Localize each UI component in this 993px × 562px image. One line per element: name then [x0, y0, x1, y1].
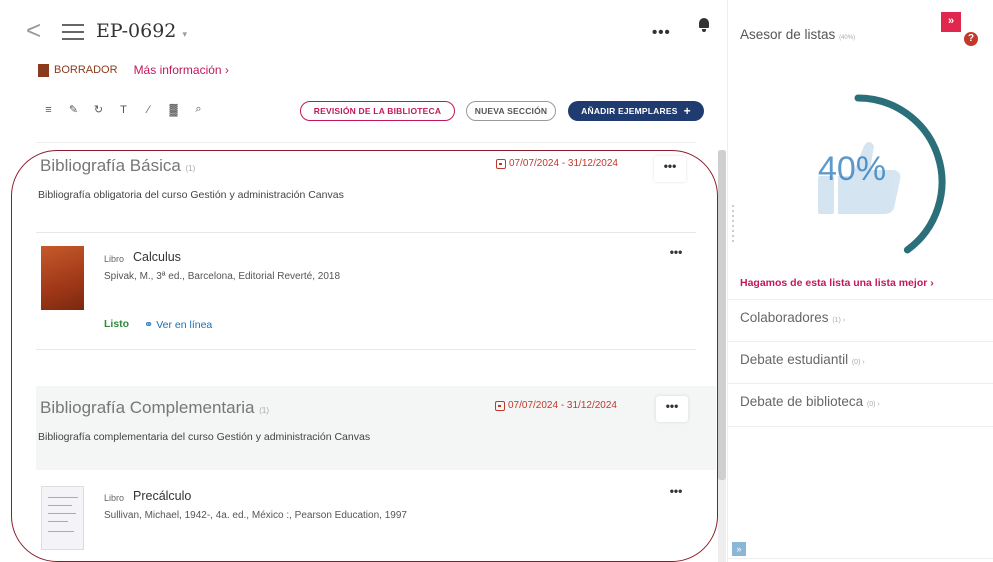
document-icon [38, 63, 49, 77]
book-cover[interactable] [41, 246, 84, 310]
item-citation: Spivak, M., 3ª ed., Barcelona, Editorial… [104, 271, 341, 282]
divider [36, 142, 696, 143]
add-items-label: AÑADIR EJEMPLARES [581, 106, 678, 116]
help-icon[interactable]: ? [964, 32, 978, 46]
calendar-icon [496, 158, 506, 169]
library-discussion-row[interactable]: Debate de biblioteca (0) › [728, 383, 993, 420]
section-date: 07/07/2024 - 31/12/2024 [496, 158, 618, 169]
advisor-title: Asesor de listas (40%) [740, 27, 855, 42]
divider [36, 232, 696, 233]
section-title[interactable]: Bibliografía Complementaria (1) [40, 398, 269, 418]
library-discussion-count: (0) › [866, 401, 880, 408]
divider [728, 426, 993, 427]
section-title-text: Bibliografía Complementaria [40, 398, 255, 417]
status-line: BORRADOR Más información › [38, 63, 229, 77]
section-date-text: 07/07/2024 - 31/12/2024 [509, 158, 618, 169]
book-cover[interactable] [41, 486, 84, 550]
section-description: Bibliografía obligatoria del curso Gesti… [38, 189, 344, 201]
item-title[interactable]: Precálculo [133, 489, 191, 503]
main-panel: < EP-0692 ▾ ••• BORRADOR Más información… [0, 0, 718, 562]
item-kind: Libro [104, 254, 125, 264]
library-discussion-label: Debate de biblioteca [740, 394, 864, 409]
divider [728, 558, 993, 559]
advisor-title-text: Asesor de listas [740, 27, 836, 42]
student-discussion-count: (0) › [851, 359, 865, 366]
more-info-link[interactable]: Más información › [134, 63, 229, 77]
list-code: EP-0692 [96, 20, 177, 42]
add-items-button[interactable]: AÑADIR EJEMPLARES + [568, 101, 704, 121]
calendar-icon [495, 400, 505, 411]
panel-resize-handle[interactable] [732, 205, 736, 245]
expand-panel-icon[interactable]: » [732, 542, 746, 556]
section-count: (1) [259, 406, 270, 415]
search-icon[interactable]: ⌕ [188, 103, 209, 116]
item-status: Listo [104, 318, 130, 330]
library-review-button[interactable]: REVISIÓN DE LA BIBLIOTECA [300, 101, 455, 121]
progress-percent: 40% [818, 150, 887, 188]
section-more-icon[interactable]: ••• [654, 156, 686, 182]
menu-icon[interactable] [62, 24, 84, 40]
improve-list-link[interactable]: Hagamos de esta lista una lista mejor › [740, 277, 934, 289]
collaborators-row[interactable]: Colaboradores (1) › [728, 299, 993, 336]
item-title[interactable]: Calculus [133, 250, 181, 264]
back-icon[interactable]: < [26, 17, 41, 43]
top-bar: < EP-0692 ▾ ••• [0, 0, 718, 60]
section-title[interactable]: Bibliografía Básica (1) [40, 156, 195, 176]
collaborators-label: Colaboradores [740, 310, 829, 325]
plus-icon: + [683, 104, 691, 118]
section-count: (1) [185, 164, 196, 173]
new-section-button[interactable]: NUEVA SECCIÓN [466, 101, 556, 121]
edit-icon[interactable]: ✎ [63, 103, 84, 116]
section-date-text: 07/07/2024 - 31/12/2024 [508, 400, 617, 411]
toolbar: ≡ ✎ ↻ T ∕ ▓ ⌕ [38, 103, 213, 116]
list-advisor-panel: Asesor de listas (40%) » ? 40% Hagamos d… [727, 0, 993, 562]
divider [36, 349, 696, 350]
text-icon[interactable]: T [113, 104, 134, 116]
item-more-icon[interactable]: ••• [660, 242, 692, 268]
bell-icon[interactable] [698, 18, 710, 32]
chart-icon[interactable]: ▓ [163, 104, 184, 116]
collaborators-count: (1) › [832, 317, 846, 324]
link-icon: ⚭ [144, 319, 154, 331]
section-date: 07/07/2024 - 31/12/2024 [495, 400, 617, 411]
collapse-panel-icon[interactable]: » [941, 12, 961, 32]
section-title-text: Bibliografía Básica [40, 156, 181, 175]
student-discussion-label: Debate estudiantil [740, 352, 849, 367]
section-more-icon[interactable]: ••• [656, 396, 688, 422]
draft-status: BORRADOR [54, 64, 118, 76]
advisor-title-badge: (40%) [839, 35, 856, 41]
item-citation: Sullivan, Michael, 1942-, 4a. ed., Méxic… [104, 510, 407, 521]
view-online-label: Ver en línea [156, 319, 213, 331]
section-description: Bibliografía complementaria del curso Ge… [38, 431, 371, 443]
refresh-icon[interactable]: ↻ [88, 103, 109, 116]
view-online-link[interactable]: ⚭ Ver en línea [144, 318, 212, 331]
student-discussion-row[interactable]: Debate estudiantil (0) › [728, 341, 993, 378]
item-more-icon[interactable]: ••• [660, 481, 692, 507]
title-dropdown-icon[interactable]: ▾ [182, 30, 187, 40]
scrollbar[interactable] [718, 150, 726, 562]
list-icon[interactable]: ≡ [38, 104, 59, 116]
scrollbar-thumb[interactable] [718, 150, 726, 480]
more-options-icon[interactable]: ••• [652, 24, 671, 41]
item-kind: Libro [104, 493, 125, 503]
pen-icon[interactable]: ∕ [138, 104, 159, 116]
page-title: EP-0692 ▾ [96, 20, 187, 42]
